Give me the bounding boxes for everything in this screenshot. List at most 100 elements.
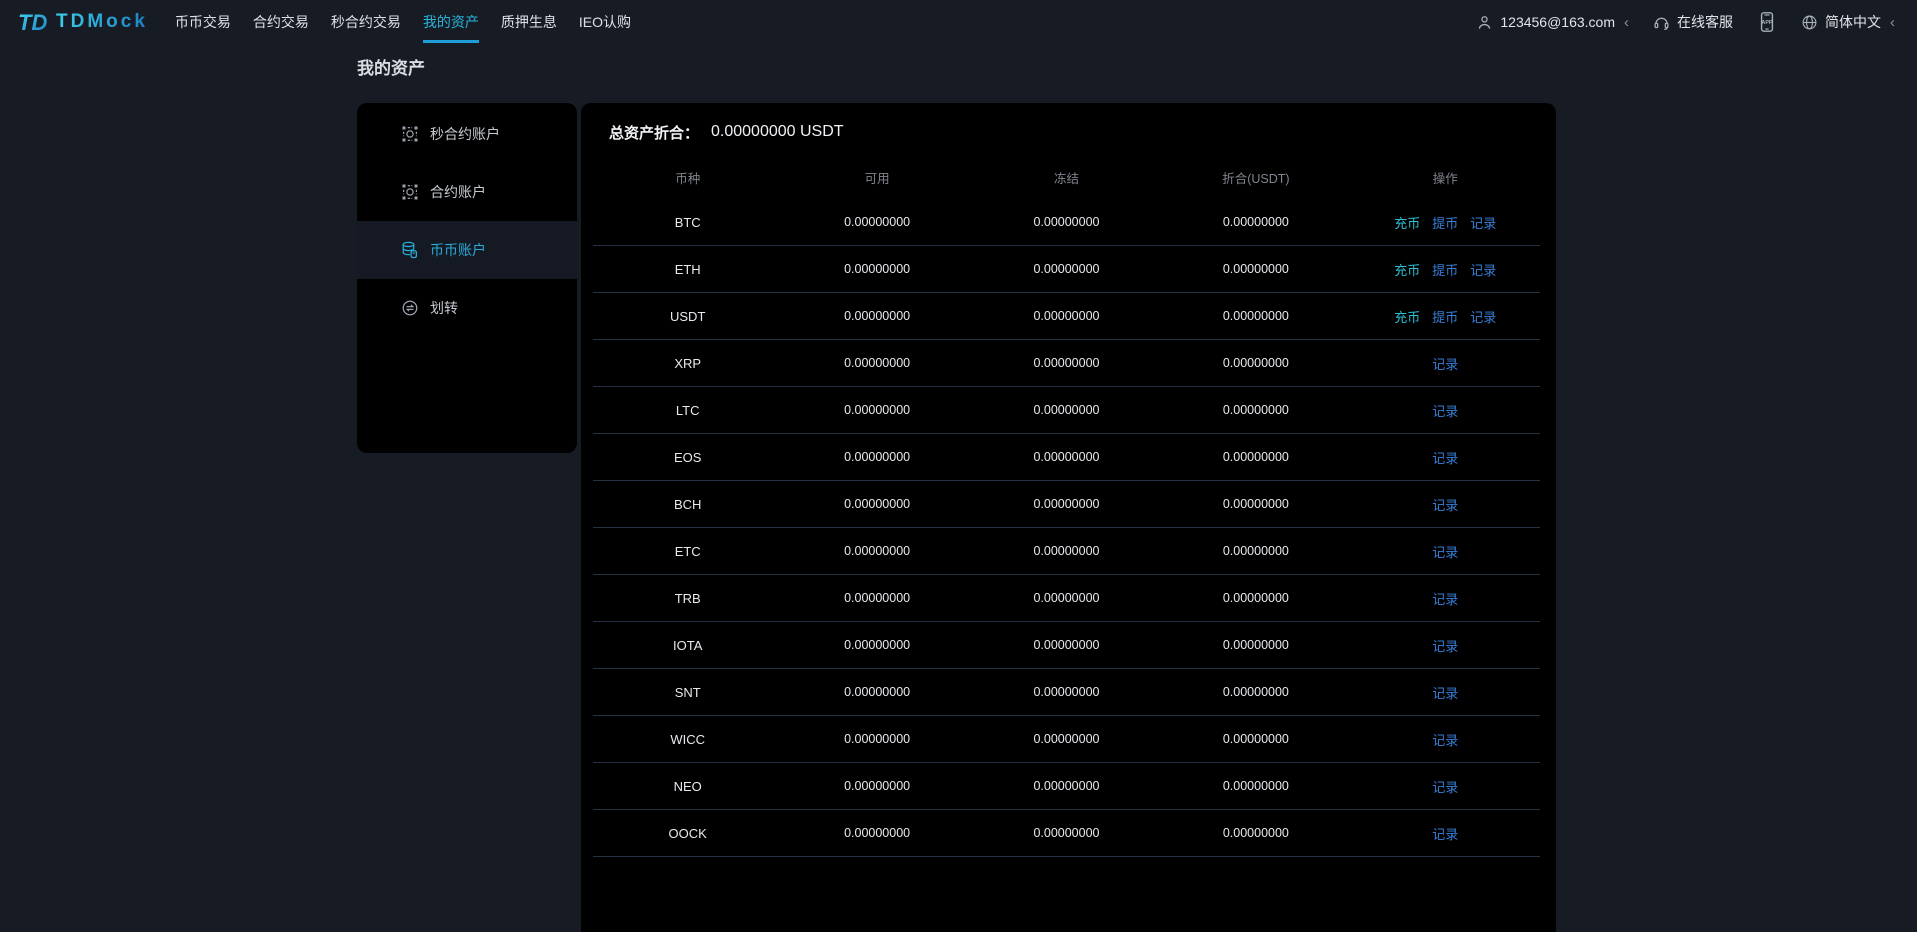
sidebar-item-1[interactable]: 合约账户 <box>357 163 577 221</box>
cell-available: 0.00000000 <box>782 309 971 323</box>
records-link[interactable]: 记录 <box>1432 824 1458 843</box>
online-support-link[interactable]: 在线客服 <box>1653 12 1733 32</box>
table-row: EOS0.000000000.000000000.00000000记录 <box>593 434 1540 481</box>
records-link[interactable]: 记录 <box>1432 589 1458 608</box>
cell-usdt: 0.00000000 <box>1161 497 1350 511</box>
cell-actions: 记录 <box>1351 495 1540 514</box>
records-link[interactable]: 记录 <box>1432 730 1458 749</box>
cell-actions: 记录 <box>1351 448 1540 467</box>
cell-available: 0.00000000 <box>782 403 971 417</box>
cell-usdt: 0.00000000 <box>1161 779 1350 793</box>
svg-text:TD: TD <box>18 10 47 35</box>
records-link[interactable]: 记录 <box>1432 636 1458 655</box>
total-assets-row: 总资产折合： 0.00000000 USDT <box>581 115 1556 149</box>
table-row: BTC0.000000000.000000000.00000000充币提币记录 <box>593 199 1540 246</box>
cell-available: 0.00000000 <box>782 356 971 370</box>
chevron-icon: ‹ <box>1624 14 1629 31</box>
cell-coin: EOS <box>593 450 782 465</box>
cell-usdt: 0.00000000 <box>1161 262 1350 276</box>
nav-item-0[interactable]: 币币交易 <box>175 0 231 44</box>
records-link[interactable]: 记录 <box>1432 448 1458 467</box>
table-row: TRB0.000000000.000000000.00000000记录 <box>593 575 1540 622</box>
withdraw-link[interactable]: 提币 <box>1432 213 1458 232</box>
cell-coin: SNT <box>593 685 782 700</box>
cell-coin: LTC <box>593 403 782 418</box>
sidebar-item-label: 划转 <box>430 298 458 318</box>
cell-usdt: 0.00000000 <box>1161 826 1350 840</box>
cell-actions: 记录 <box>1351 683 1540 702</box>
records-link[interactable]: 记录 <box>1470 260 1496 279</box>
column-header: 冻结 <box>972 168 1161 187</box>
nav-item-3-active[interactable]: 我的资产 <box>423 0 479 44</box>
cell-actions: 充币提币记录 <box>1351 260 1540 279</box>
cell-actions: 记录 <box>1351 589 1540 608</box>
cell-actions: 充币提币记录 <box>1351 213 1540 232</box>
records-link[interactable]: 记录 <box>1432 683 1458 702</box>
withdraw-link[interactable]: 提币 <box>1432 307 1458 326</box>
cell-actions: 记录 <box>1351 401 1540 420</box>
nav-item-2[interactable]: 秒合约交易 <box>331 0 401 44</box>
cell-usdt: 0.00000000 <box>1161 215 1350 229</box>
sidebar-item-3[interactable]: 划转 <box>357 279 577 337</box>
cell-frozen: 0.00000000 <box>972 356 1161 370</box>
cell-available: 0.00000000 <box>782 497 971 511</box>
sidebar-item-label: 币币账户 <box>430 240 486 260</box>
language-selector[interactable]: 简体中文 ‹ <box>1801 12 1895 32</box>
table-row: NEO0.000000000.000000000.00000000记录 <box>593 763 1540 810</box>
cell-available: 0.00000000 <box>782 685 971 699</box>
sidebar-item-2[interactable]: 币币账户 <box>357 221 577 279</box>
table-header-row: 币种可用冻结折合(USDT)操作 <box>593 155 1540 199</box>
language-label: 简体中文 <box>1825 12 1881 32</box>
user-email: 123456@163.com <box>1500 14 1615 30</box>
cell-coin: IOTA <box>593 638 782 653</box>
cell-coin: NEO <box>593 779 782 794</box>
cell-coin: XRP <box>593 356 782 371</box>
table-row: OOCK0.000000000.000000000.00000000记录 <box>593 810 1540 857</box>
cell-available: 0.00000000 <box>782 215 971 229</box>
cell-frozen: 0.00000000 <box>972 497 1161 511</box>
sidebar-item-0[interactable]: 秒合约账户 <box>357 105 577 163</box>
records-link[interactable]: 记录 <box>1432 495 1458 514</box>
coins-icon <box>401 241 419 259</box>
cell-actions: 记录 <box>1351 777 1540 796</box>
records-link[interactable]: 记录 <box>1432 777 1458 796</box>
records-link[interactable]: 记录 <box>1432 401 1458 420</box>
total-assets-label: 总资产折合： <box>609 122 699 143</box>
globe-icon <box>1801 14 1818 31</box>
cell-available: 0.00000000 <box>782 826 971 840</box>
cell-usdt: 0.00000000 <box>1161 591 1350 605</box>
headset-icon <box>1653 14 1670 31</box>
withdraw-link[interactable]: 提币 <box>1432 260 1458 279</box>
deposit-link[interactable]: 充币 <box>1394 213 1420 232</box>
records-link[interactable]: 记录 <box>1470 307 1496 326</box>
records-link[interactable]: 记录 <box>1470 213 1496 232</box>
app-download-button[interactable]: APP <box>1757 11 1777 33</box>
nav-item-5[interactable]: IEO认购 <box>579 0 631 44</box>
deposit-link[interactable]: 充币 <box>1394 260 1420 279</box>
cell-frozen: 0.00000000 <box>972 309 1161 323</box>
nav-item-4[interactable]: 质押生息 <box>501 0 557 44</box>
records-link[interactable]: 记录 <box>1432 354 1458 373</box>
deposit-link[interactable]: 充币 <box>1394 307 1420 326</box>
cell-frozen: 0.00000000 <box>972 262 1161 276</box>
table-row: WICC0.000000000.000000000.00000000记录 <box>593 716 1540 763</box>
assets-sidebar: 秒合约账户合约账户币币账户划转 <box>357 103 577 453</box>
cell-available: 0.00000000 <box>782 732 971 746</box>
topbar-right: 123456@163.com ‹ 在线客服 APP <box>1476 11 1895 33</box>
nav-item-1[interactable]: 合约交易 <box>253 0 309 44</box>
app-phone-icon: APP <box>1757 11 1777 33</box>
column-header: 可用 <box>782 168 971 187</box>
account-menu[interactable]: 123456@163.com ‹ <box>1476 14 1629 31</box>
logo[interactable]: TD TDMock <box>18 9 148 35</box>
cell-frozen: 0.00000000 <box>972 215 1161 229</box>
cell-actions: 记录 <box>1351 636 1540 655</box>
records-link[interactable]: 记录 <box>1432 542 1458 561</box>
cell-usdt: 0.00000000 <box>1161 450 1350 464</box>
logo-text: TDMock <box>56 11 148 33</box>
cell-frozen: 0.00000000 <box>972 450 1161 464</box>
cell-usdt: 0.00000000 <box>1161 732 1350 746</box>
table-row: ETC0.000000000.000000000.00000000记录 <box>593 528 1540 575</box>
table-row: USDT0.000000000.000000000.00000000充币提币记录 <box>593 293 1540 340</box>
page-title: 我的资产 <box>357 58 1917 80</box>
cell-coin: BTC <box>593 215 782 230</box>
